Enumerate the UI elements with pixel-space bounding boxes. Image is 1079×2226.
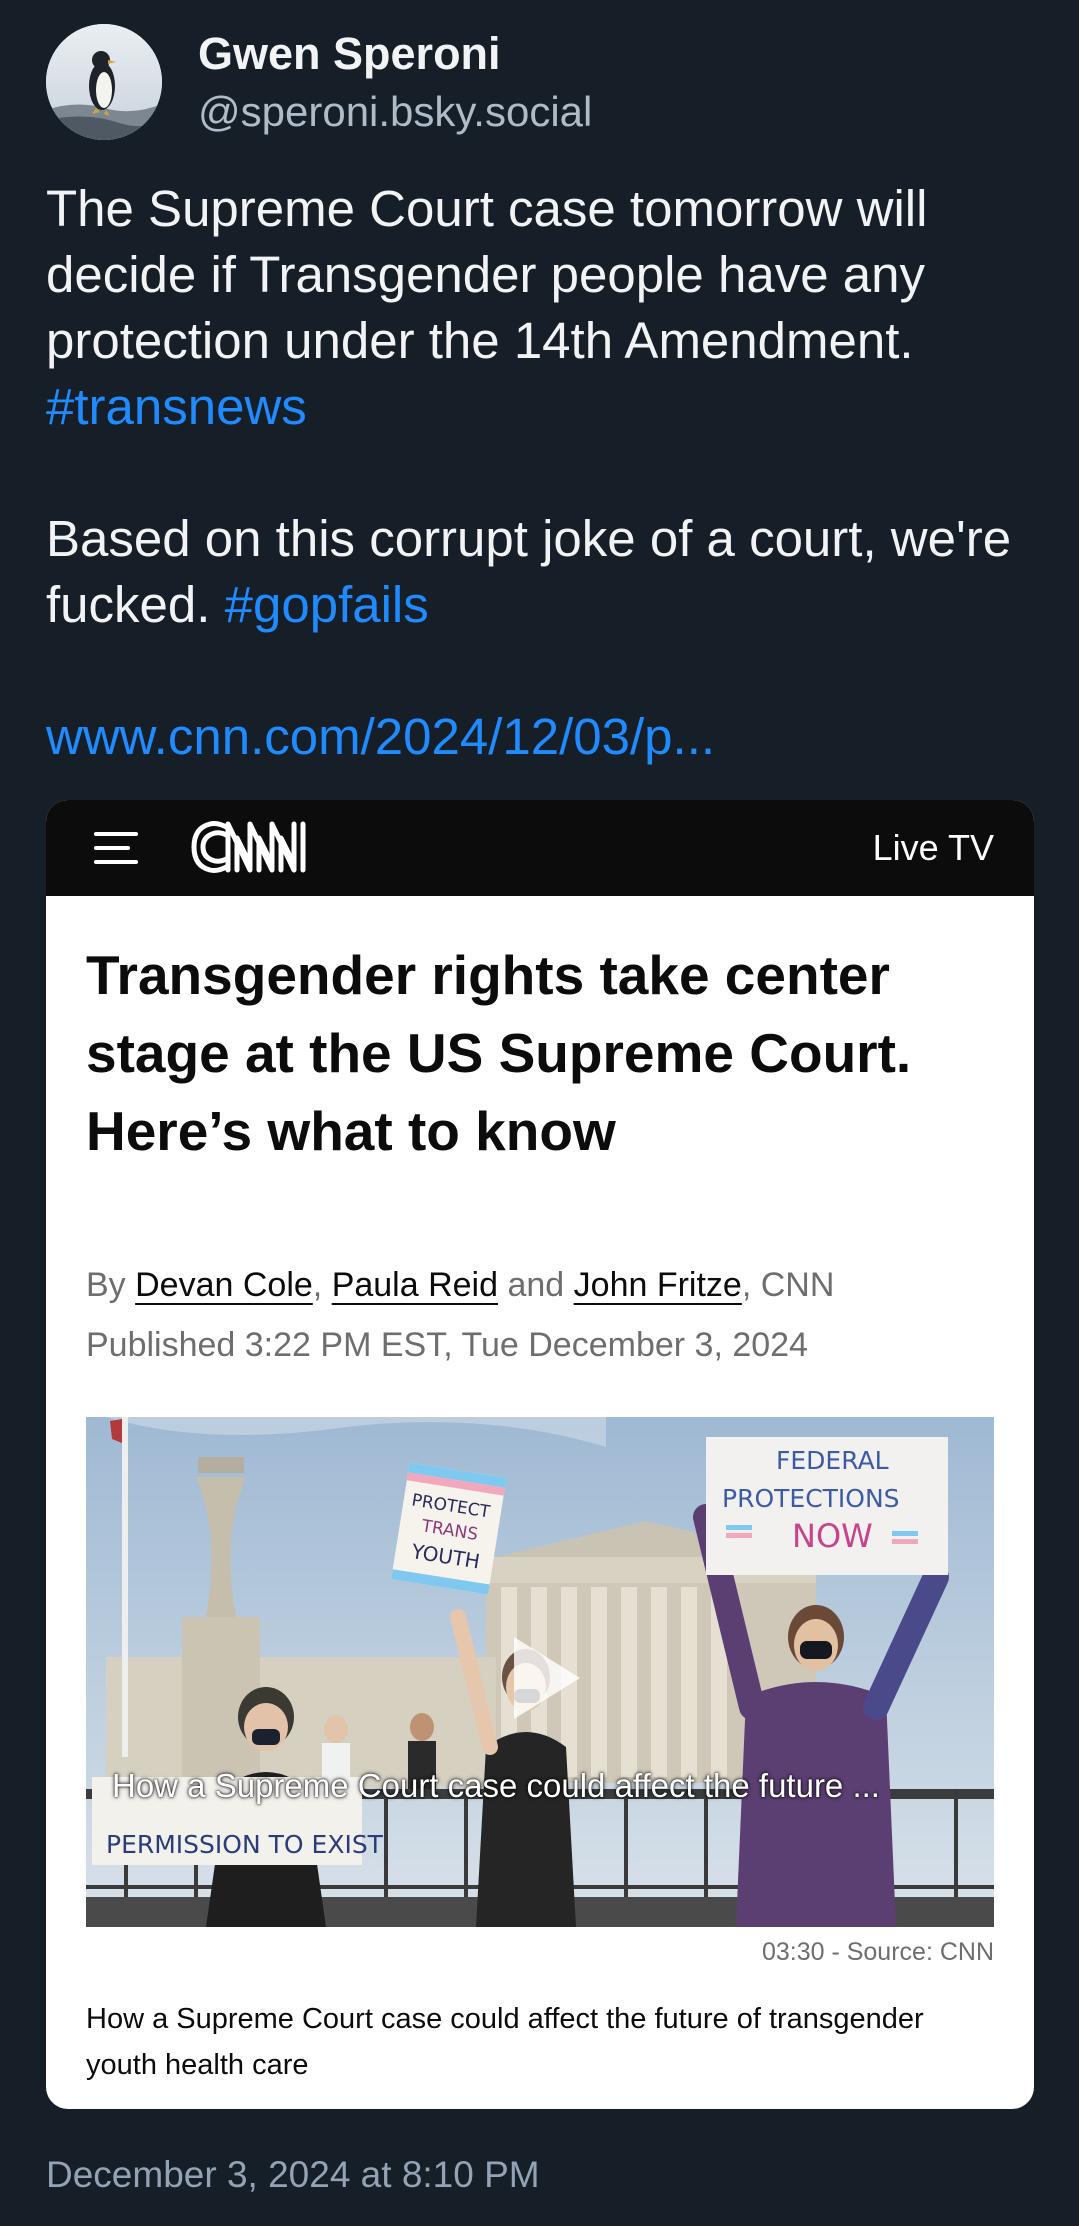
cnn-header-bar: Live TV [46,800,1034,896]
byline-and: and [498,1266,574,1304]
post-paragraph-3: www.cnn.com/2024/12/03/p... [46,704,1046,770]
post-paragraph-1: The Supreme Court case tomorrow will dec… [46,176,1046,440]
post-paragraph-2: Based on this corrupt joke of a court, w… [46,506,1046,638]
byline-prefix: By [86,1266,136,1304]
post-text-1: The Supreme Court case tomorrow will dec… [46,180,928,369]
post-link[interactable]: www.cnn.com/2024/12/03/p... [46,704,715,770]
author-display-name[interactable]: Gwen Speroni [198,28,501,80]
post[interactable]: Gwen Speroni @speroni.bsky.social The Su… [0,0,1079,2226]
sign-permission-text: PERMISSION TO EXIST [106,1830,384,1859]
byline-author-2[interactable]: Paula Reid [332,1266,498,1304]
sign-federal-line-2: PROTECTIONS [722,1484,900,1513]
post-text-2: Based on this corrupt joke of a court, w… [46,510,1012,633]
link-preview-card[interactable]: Live TV Transgender rights take center s… [46,800,1034,2109]
article-headline[interactable]: Transgender rights take center stage at … [86,936,986,1170]
video-player[interactable]: PERMISSION TO EXIST PROTECT TRANS YOUTH [86,1417,994,1927]
post-body: The Supreme Court case tomorrow will dec… [46,176,1046,770]
article-byline: By Devan Cole, Paula Reid and John Fritz… [86,1266,834,1305]
live-tv-link[interactable]: Live TV [873,820,994,876]
video-duration-source: 03:30 - Source: CNN [761,1938,994,1966]
hashtag-gopfails[interactable]: #gopfails [225,576,429,633]
play-icon[interactable] [484,1623,594,1733]
video-caption: How a Supreme Court case could affect th… [86,2003,924,2081]
byline-separator: , [312,1266,332,1304]
cnn-logo-icon[interactable] [188,814,318,880]
sign-federal-line-1: FEDERAL [776,1446,889,1475]
author-handle[interactable]: @speroni.bsky.social [198,88,592,136]
byline-author-1[interactable]: Devan Cole [135,1266,313,1304]
penguin-icon [46,24,162,140]
byline-outlet: , CNN [741,1266,835,1304]
hamburger-menu-icon[interactable] [94,830,138,866]
article-published-date: Published 3:22 PM EST, Tue December 3, 2… [86,1326,808,1364]
sign-federal-line-3: NOW [792,1517,873,1555]
video-overlay-caption: How a Supreme Court case could affect th… [112,1767,880,1804]
hashtag-transnews[interactable]: #transnews [46,378,307,435]
post-timestamp[interactable]: December 3, 2024 at 8:10 PM [46,2154,540,2196]
byline-author-3[interactable]: John Fritze [574,1266,742,1304]
author-avatar[interactable] [46,24,162,140]
